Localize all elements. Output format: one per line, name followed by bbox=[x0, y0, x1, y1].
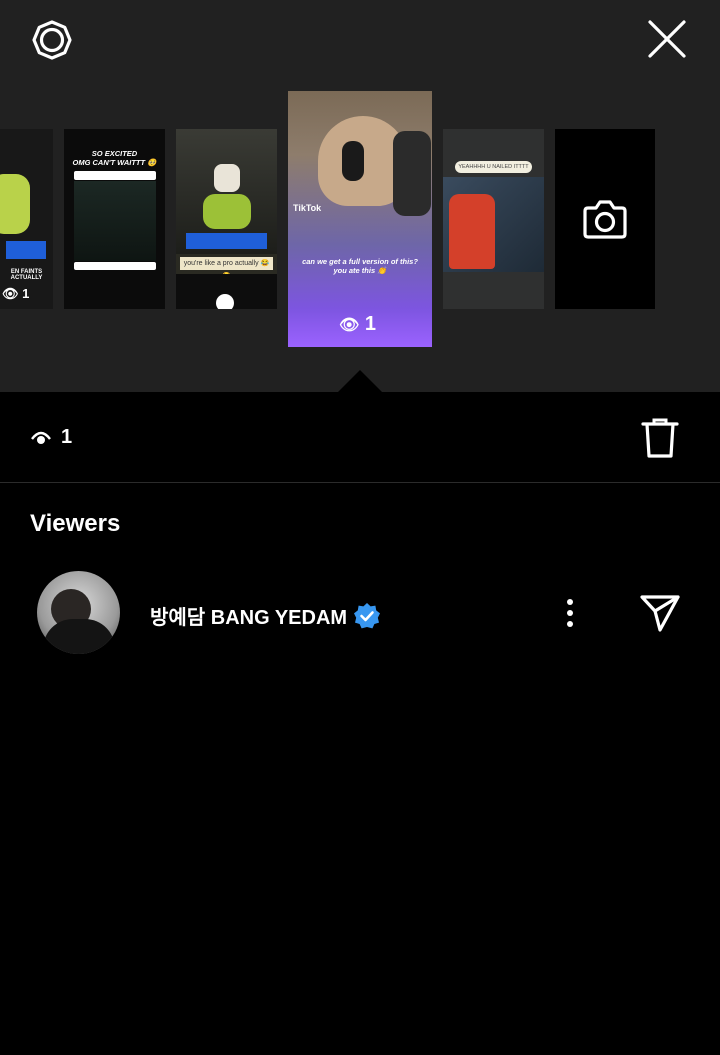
close-button[interactable] bbox=[642, 14, 692, 64]
thumbnail-camera-controls bbox=[176, 274, 277, 309]
more-options-button[interactable] bbox=[554, 591, 586, 635]
thumbnail-views: 👁 1 bbox=[339, 313, 376, 336]
eye-icon: 👁 bbox=[2, 286, 19, 301]
avatar[interactable] bbox=[37, 571, 120, 654]
selected-story-pointer bbox=[338, 370, 382, 392]
thumbnail-views-count: 1 bbox=[364, 313, 376, 335]
thumbnail-views: 👁 1 bbox=[2, 286, 29, 302]
thumbnail-caption: EN FAINTS ACTUALLY bbox=[10, 269, 43, 281]
viewer-name-group[interactable]: 방예담 BANG YEDAM bbox=[150, 601, 381, 630]
gear-outline-icon bbox=[32, 20, 72, 60]
thumbnail-embed-footer bbox=[74, 262, 156, 270]
thumbnail-image bbox=[74, 181, 156, 261]
thumbnail-figure-legs bbox=[203, 194, 251, 229]
eye-icon: 👁 bbox=[339, 317, 360, 334]
thumbnail-caption: you're like a pro actually 😂😂 bbox=[180, 257, 273, 280]
viewer-row[interactable]: 방예담 BANG YEDAM bbox=[0, 565, 720, 661]
thumbnail-light bbox=[6, 241, 46, 259]
thumbnail-figure-top bbox=[214, 164, 240, 192]
delete-button[interactable] bbox=[636, 414, 684, 462]
view-count-value: 1 bbox=[61, 426, 73, 448]
send-icon bbox=[640, 595, 680, 632]
thumbnail-embed-header bbox=[74, 171, 156, 180]
thumbnail-caption-line1: SO EXCITED bbox=[91, 149, 138, 158]
story-thumbnail-selected[interactable]: TikTok can we get a full version of this… bbox=[288, 91, 432, 347]
viewer-name: 방예담 BANG YEDAM bbox=[150, 607, 348, 629]
story-tray-panel: EN FAINTS ACTUALLY 👁 1 SO EXCITED OMG CA… bbox=[0, 0, 720, 392]
thumbnail-figure bbox=[449, 194, 495, 269]
thumbnail-headphones bbox=[342, 141, 364, 181]
send-message-button[interactable] bbox=[636, 590, 684, 636]
thumbnail-microphone bbox=[393, 131, 431, 216]
add-story-camera-tile[interactable] bbox=[555, 129, 655, 309]
thumbnail-caption-line2: OMG CAN'T WAITTT 🥺 bbox=[72, 158, 157, 167]
story-thumbnail-3[interactable]: you're like a pro actually 😂😂 bbox=[176, 129, 277, 309]
view-count: 1 bbox=[30, 426, 72, 449]
story-stats-bar: 1 bbox=[0, 392, 720, 483]
avatar-jacket bbox=[43, 619, 115, 654]
thumbnail-shutter bbox=[216, 294, 234, 309]
viewers-heading: Viewers bbox=[30, 510, 121, 537]
story-thumbnail-2[interactable]: SO EXCITED OMG CAN'T WAITTT 🥺 bbox=[64, 129, 165, 309]
more-vertical-icon bbox=[567, 599, 573, 627]
verified-badge-icon bbox=[354, 602, 381, 628]
camera-icon bbox=[583, 200, 627, 239]
thumbnail-figure bbox=[0, 174, 30, 234]
eye-icon bbox=[31, 431, 51, 444]
story-thumbnail-1[interactable]: EN FAINTS ACTUALLY 👁 1 bbox=[0, 129, 53, 309]
thumbnail-tiktok-label: TikTok bbox=[293, 203, 322, 213]
story-thumbnail-5[interactable]: YEAHHHH U NAILED ITTTT bbox=[443, 129, 544, 309]
close-icon bbox=[648, 20, 686, 58]
trash-icon bbox=[641, 418, 679, 458]
thumbnail-views-count: 1 bbox=[22, 286, 30, 301]
thumbnail-caption: can we get a full version of this? you a… bbox=[302, 257, 418, 275]
thumbnail-caption: YEAHHHH U NAILED ITTTT bbox=[455, 161, 532, 173]
settings-button[interactable] bbox=[28, 16, 76, 64]
thumbnail-light bbox=[186, 233, 267, 249]
